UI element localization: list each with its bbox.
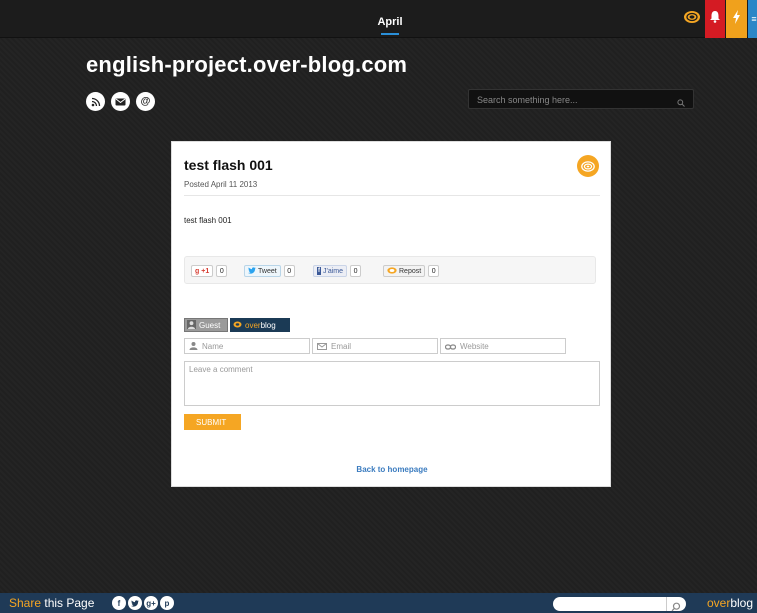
envelope-icon bbox=[317, 337, 327, 355]
tab-overblog-label-prefix: over bbox=[245, 320, 261, 330]
share-this-page-label: Share this Page bbox=[9, 596, 94, 610]
twitter-icon[interactable] bbox=[128, 596, 142, 610]
website-input[interactable] bbox=[460, 341, 565, 351]
comment-identity-tabs: Guest overblog bbox=[184, 318, 290, 332]
facebook-like: f J'aime 0 bbox=[313, 265, 362, 277]
tab-overblog[interactable]: overblog bbox=[230, 318, 290, 332]
facebook-like-label: J'aime bbox=[323, 267, 344, 275]
share-label-highlight: Share bbox=[9, 596, 42, 610]
tab-overblog-label-suffix: blog bbox=[260, 320, 276, 330]
submit-button[interactable]: SUBMIT bbox=[184, 414, 241, 430]
facebook-icon[interactable]: f bbox=[112, 596, 126, 610]
overblog-footer-logo[interactable]: overblog bbox=[707, 596, 753, 610]
tab-overblog-label: overblog bbox=[245, 321, 276, 330]
overblog-icon bbox=[233, 321, 242, 330]
mail-icon[interactable] bbox=[111, 92, 130, 111]
more-menu-button[interactable]: ≡ bbox=[748, 0, 757, 38]
blog-title[interactable]: english-project.over-blog.com bbox=[86, 52, 407, 78]
website-field bbox=[440, 338, 566, 354]
gplus-button[interactable]: g +1 bbox=[191, 265, 214, 277]
tweet-share: Tweet 0 bbox=[244, 265, 295, 277]
twitter-icon bbox=[248, 266, 256, 276]
link-icon bbox=[444, 337, 457, 355]
divider bbox=[184, 195, 600, 196]
repost-label: Repost bbox=[399, 267, 422, 275]
name-input[interactable] bbox=[202, 341, 309, 351]
facebook-like-button[interactable]: f J'aime bbox=[313, 265, 348, 277]
comment-textarea[interactable] bbox=[185, 362, 599, 405]
footer-bar: Share this Page f g+ p overblog bbox=[0, 593, 757, 613]
footer-search-separator bbox=[666, 597, 667, 611]
rss-icon[interactable] bbox=[86, 92, 105, 111]
tab-guest-label: Guest bbox=[199, 320, 221, 330]
tab-guest[interactable]: Guest bbox=[184, 318, 228, 332]
repost-count: 0 bbox=[428, 265, 440, 277]
brand-suffix: blog bbox=[730, 596, 754, 610]
edge-icon: ≡ bbox=[751, 14, 757, 24]
gplus-count: 0 bbox=[216, 265, 228, 277]
post-title[interactable]: test flash 001 bbox=[184, 157, 273, 173]
activity-button[interactable] bbox=[726, 0, 747, 38]
share-label-rest: this Page bbox=[41, 596, 95, 610]
post-date: Posted April 11 2013 bbox=[184, 180, 258, 189]
comment-box bbox=[184, 361, 600, 406]
footer-share-icons: f g+ p bbox=[112, 596, 174, 610]
email-input[interactable] bbox=[331, 341, 437, 351]
search-icon[interactable] bbox=[671, 599, 681, 613]
bell-icon bbox=[709, 10, 721, 28]
at-icon[interactable]: @ bbox=[136, 92, 155, 111]
post-card: test flash 001 Posted April 11 2013 test… bbox=[171, 141, 611, 487]
google-plus-icon[interactable]: g+ bbox=[144, 596, 158, 610]
overblog-badge-icon bbox=[577, 155, 599, 177]
facebook-icon: f bbox=[317, 267, 321, 275]
overblog-icon bbox=[683, 10, 701, 29]
email-field bbox=[312, 338, 438, 354]
top-navbar: April ≡ bbox=[0, 0, 757, 38]
gplus-label: +1 bbox=[201, 267, 210, 275]
gplus-share: g +1 0 bbox=[191, 265, 228, 277]
pinterest-icon[interactable]: p bbox=[160, 596, 174, 610]
user-icon bbox=[187, 319, 196, 331]
tweet-label: Tweet bbox=[258, 267, 277, 275]
search-box bbox=[468, 89, 694, 109]
share-buttons-bar: g +1 0 Tweet 0 f J'aime 0 Repost 0 bbox=[184, 256, 596, 284]
back-to-homepage-link[interactable]: Back to homepage bbox=[172, 465, 612, 474]
lightning-icon bbox=[732, 9, 741, 29]
repost-button[interactable]: Repost bbox=[383, 265, 426, 277]
user-icon bbox=[189, 337, 198, 355]
facebook-like-count: 0 bbox=[350, 265, 362, 277]
notifications-button[interactable] bbox=[705, 0, 725, 38]
repost-share: Repost 0 bbox=[383, 265, 440, 277]
tweet-count: 0 bbox=[283, 265, 295, 277]
footer-search[interactable] bbox=[553, 597, 686, 613]
tweet-button[interactable]: Tweet bbox=[244, 265, 281, 277]
brand-prefix: over bbox=[707, 596, 731, 610]
overblog-logo-button[interactable] bbox=[680, 0, 704, 38]
name-field bbox=[184, 338, 310, 354]
repost-icon bbox=[387, 266, 397, 276]
search-icon[interactable] bbox=[677, 94, 685, 112]
social-links: @ bbox=[86, 92, 155, 111]
gplus-icon: g bbox=[195, 267, 200, 275]
post-body: test flash 001 bbox=[184, 216, 232, 225]
nav-item-april[interactable]: April bbox=[370, 0, 410, 38]
search-input[interactable] bbox=[469, 91, 659, 109]
